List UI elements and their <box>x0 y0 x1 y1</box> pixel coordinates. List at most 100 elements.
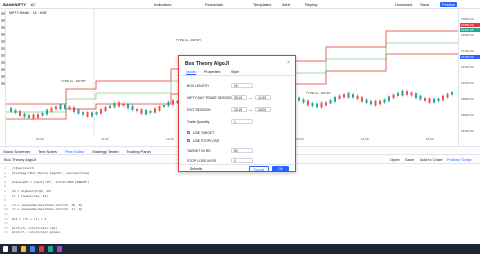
code-line[interactable]: 1 //@version=4 <box>4 166 34 170</box>
templates-button[interactable]: Templates <box>253 2 271 7</box>
code-editor[interactable]: 1 //@version=4 2 strategy("Box Theory AlgoJ… <box>0 164 480 244</box>
close-icon[interactable]: × <box>287 60 290 66</box>
nifty-session-from[interactable]: 09:15 <box>231 95 247 100</box>
candle-body <box>320 102 323 108</box>
candle-body <box>10 107 12 112</box>
candle-body <box>437 98 440 102</box>
app-icon[interactable] <box>48 246 53 252</box>
browser-icon[interactable] <box>30 246 35 252</box>
code-line[interactable]: 2 strategy("Box Theory AlgoJI", overlay=t… <box>4 171 90 175</box>
tab-inputs[interactable]: Inputs <box>186 70 196 75</box>
text-icon[interactable] <box>1 40 5 43</box>
line-number: 4 <box>4 179 6 184</box>
interval-selector[interactable]: 1D <box>30 2 35 7</box>
code-line[interactable]: 13 <box>4 221 12 225</box>
lock-icon[interactable] <box>1 75 5 78</box>
candle-body <box>298 97 300 101</box>
candle-body <box>32 114 35 120</box>
code-line[interactable]: 10 rl = valuewhen(barstate.isfirst, ll, 0… <box>4 207 82 211</box>
zoom-icon[interactable] <box>1 61 5 64</box>
search-icon[interactable] <box>12 246 17 252</box>
price-tag: 37497.55 <box>460 28 480 32</box>
tab-properties[interactable]: Properties <box>204 70 220 74</box>
tab-pine-editor[interactable]: Pine Editor <box>65 149 85 154</box>
add-to-chart-button[interactable]: Add to Chart <box>420 157 442 162</box>
target-input[interactable]: 50 <box>231 148 253 153</box>
trade-quantity-input[interactable]: 1 <box>231 119 253 124</box>
candle-body <box>77 109 80 114</box>
dash-text: — <box>249 108 253 112</box>
code-line[interactable]: 3 <box>4 175 12 179</box>
crosshair-icon[interactable] <box>1 12 5 15</box>
app-icon[interactable] <box>57 246 62 252</box>
time-tick: 12:00 <box>296 137 304 141</box>
financials-button[interactable]: Financials <box>205 2 223 7</box>
price-tick: 37400.00 <box>461 49 474 53</box>
code-line[interactable]: 11 <box>4 212 12 216</box>
save-button[interactable]: Save <box>420 2 429 7</box>
ok-button[interactable]: Ok <box>272 166 289 172</box>
candle-body <box>149 110 152 113</box>
stoploss-input[interactable]: 0 <box>231 158 253 163</box>
tab-text-notes[interactable]: Text Notes <box>38 149 57 154</box>
layout-name[interactable]: Unnamed <box>395 2 412 7</box>
nifty-session-to[interactable]: 14:30 <box>255 95 271 100</box>
line-number: 9 <box>4 202 6 207</box>
candle-body <box>23 113 26 118</box>
tab-strategy-tester[interactable]: Strategy Tester <box>92 149 119 154</box>
folder-icon[interactable] <box>21 246 26 252</box>
pattern-icon[interactable] <box>1 47 5 50</box>
open-button[interactable]: Open <box>390 157 400 162</box>
candle-body <box>446 93 449 98</box>
symbol-search[interactable]: BANKNIFTY <box>3 2 26 7</box>
code-line[interactable]: 12 mid = (rh + rl) / 2 <box>4 217 46 221</box>
candle-body <box>154 108 156 113</box>
use-stoploss-checkbox[interactable] <box>187 139 190 142</box>
use-target-checkbox[interactable] <box>187 131 190 134</box>
code-line[interactable]: 8 <box>4 198 12 202</box>
indicators-button[interactable]: Indicators <box>154 2 171 7</box>
line-number: 5 <box>4 184 6 189</box>
editor-save-button[interactable]: Save <box>405 157 414 162</box>
time-tick: 12:00 <box>166 137 174 141</box>
magnet-icon[interactable] <box>1 68 5 71</box>
measure-icon[interactable] <box>1 54 5 57</box>
replay-button[interactable]: Replay <box>305 2 317 7</box>
candle-body <box>172 100 174 105</box>
candle-body <box>28 114 30 119</box>
windows-icon[interactable] <box>3 246 8 252</box>
code-line[interactable]: 4 boxLength = input("15", title="BOX LENG… <box>4 180 90 184</box>
fib-icon[interactable] <box>1 26 5 29</box>
trash-icon[interactable] <box>1 82 5 85</box>
price-tick: 37600.00 <box>461 33 474 37</box>
price-tick: 37800.00 <box>461 17 474 21</box>
cancel-button[interactable]: Cancel <box>249 166 269 172</box>
script-name[interactable]: Box Theory AlgoJI <box>4 157 36 162</box>
defaults-button[interactable]: Defaults <box>185 166 207 172</box>
publish-button[interactable]: Publish <box>440 2 458 7</box>
code-line[interactable]: 7 ll = lowest(low, 15) <box>4 194 48 198</box>
brush-icon[interactable] <box>1 33 5 36</box>
target-label: TARGET IN RS <box>187 149 211 153</box>
publish-script-button[interactable]: Publish Script <box>447 157 471 162</box>
tab-trading-panel[interactable]: Trading Panel <box>126 149 151 154</box>
candle-body <box>415 93 417 99</box>
tab-stock-screener[interactable]: Stock Screener <box>3 149 30 154</box>
code-line[interactable]: 15 plot(rl, color=color.green) <box>4 230 61 234</box>
price-axis[interactable]: 37800.00 37600.00 37400.00 37200.00 3700… <box>458 9 480 146</box>
alert-button[interactable]: Alert <box>282 2 290 7</box>
candle-body <box>392 94 395 99</box>
app-icon[interactable] <box>39 246 44 252</box>
code-line[interactable]: 6 hh = highest(high, 15) <box>4 189 52 193</box>
tab-style[interactable]: Style <box>231 70 239 74</box>
candle-body <box>113 102 116 108</box>
trendline-icon[interactable] <box>1 19 5 22</box>
code-line[interactable]: 9 rh = valuewhen(barstate.isfirst, hh, 0) <box>4 203 82 207</box>
exit-session-to[interactable]: 15:20 <box>255 107 271 112</box>
exit-session-from[interactable]: 15:15 <box>231 107 247 112</box>
code-line[interactable]: 14 plot(rh, color=color.red) <box>4 226 57 230</box>
nifty-session-label: NIFTY-DAY TRADE SESSION <box>187 96 233 100</box>
candle-body <box>325 102 327 106</box>
box-length-input[interactable]: 15 <box>231 83 253 88</box>
code-line[interactable]: 5 <box>4 184 12 188</box>
